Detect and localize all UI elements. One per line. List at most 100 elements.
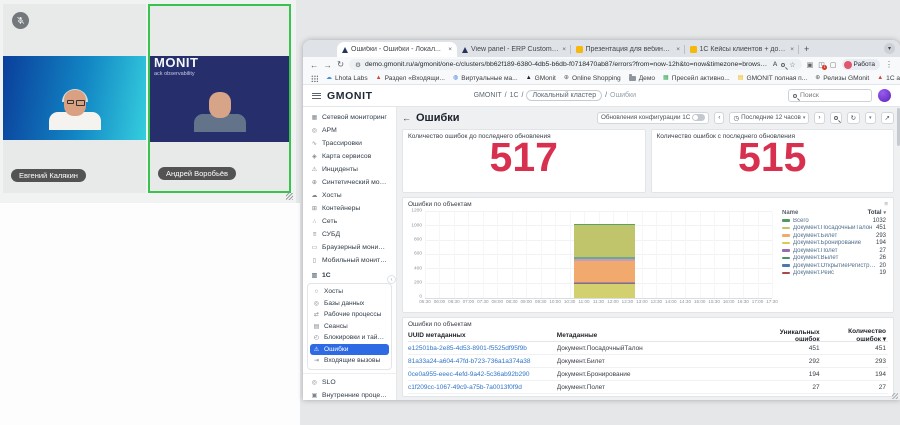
table-row[interactable]: 0ce0a955-eeec-4efd-9a42-5c36ab92b290Доку… [408,368,888,381]
new-tab-button[interactable]: + [804,44,809,54]
legend-row[interactable]: Всего1032 [782,218,886,224]
sidebar-item[interactable]: ◎APM [303,124,396,137]
back-arrow-icon[interactable]: ← [402,113,411,123]
sidebar-item[interactable]: ○Хосты [308,286,391,298]
legend-row[interactable]: Документ.Бронирование194 [782,240,886,246]
table-row[interactable]: c1f209cc-1067-49c9-a75b-7a0013f0f9dДокум… [408,381,888,394]
sidebar-item[interactable]: ⇥Входящие вызовы [308,355,391,367]
sidebar-item[interactable]: ◎SLO [303,376,396,389]
tab-search-button[interactable]: ▾ [884,43,895,54]
table-row[interactable]: 81a33a24-a604-47fd-b723-736a1a374a38Доку… [408,355,888,368]
legend-row[interactable]: Документ.Полет27 [782,248,886,254]
bookmark-item[interactable]: ▤GMONIT полная п... [738,75,807,82]
bookmark-item[interactable]: ⊕Online Shopping [564,75,621,82]
sidebar-item[interactable]: ▭Браузерный мониторинг [303,241,396,254]
sidebar-item[interactable]: ⇄Рабочие процессы [308,309,391,321]
sidebar-item[interactable]: ≡СУБД [303,228,396,241]
sidebar-item[interactable]: ∴Сеть [303,215,396,228]
table-column-header[interactable]: Количество ошибок ▾ [826,328,888,343]
table-column-header[interactable]: Уникальных ошибок [754,329,826,343]
browser-tab[interactable]: Ошибки - Ошибки - Локал...× [337,42,457,57]
legend-name-header[interactable]: Name [782,210,866,216]
sidebar-item[interactable]: ▤Сеансы [308,321,391,333]
bookmark-item[interactable]: ◍Виртуальные ма... [453,75,518,82]
errors-by-object-chart-panel[interactable]: Ошибки по объектам ≡ 0200400600800100012… [402,197,894,313]
bookmark-star-icon[interactable]: ☆ [789,61,795,69]
config-updates-toggle[interactable]: Обновления конфигурации 1С [597,112,709,124]
extension-icon[interactable]: ▢ [830,61,837,69]
tab-close-icon[interactable]: × [562,46,566,53]
bookmark-item[interactable]: ▲Раздел «Входящи... [376,75,445,82]
legend-series-name[interactable]: Документ.ОткрытиеРегистрации [793,263,876,269]
extension-icon-badged[interactable]: ◳1 [818,61,825,69]
share-button[interactable]: ↗ [881,112,894,124]
bookmark-item[interactable]: ▲GMonit [526,75,556,82]
resize-handle[interactable] [286,193,293,200]
sidebar-item[interactable]: ⚠Ошибки [310,344,389,356]
table-column-header[interactable]: UUID метаданных [408,332,557,339]
legend-series-name[interactable]: Документ.Рейс [793,270,876,276]
refresh-icon[interactable]: ↻ [337,59,344,70]
sidebar-item[interactable]: ◈Карта сервисов [303,150,396,163]
bookmark-item[interactable]: ▲1С агент ЖР в ре... [877,75,900,82]
uuid-link[interactable]: e12501ba-2e85-4d53-8901-f5525df95f9b [408,345,557,352]
sidebar-section-1c[interactable]: ▥ 1С [303,269,396,282]
participant-tile[interactable]: Евгений Калякин [3,4,146,193]
legend-row[interactable]: Документ.Рейс19 [782,270,886,276]
stat-panel-errors-since-update[interactable]: Количество ошибок с последнего обновлени… [651,129,895,193]
legend-series-name[interactable]: Документ.ПосадочныйТалон [793,225,873,231]
refresh-interval-button[interactable]: ▾ [865,112,876,124]
participant-tile-active[interactable]: MONIT ack observability Андрей Воробьёв [148,4,291,193]
translate-icon[interactable]: A [773,61,778,68]
sidebar-item[interactable]: ▦Сетевой мониторинг [303,111,396,124]
legend-row[interactable]: Документ.Вылет26 [782,255,886,261]
browser-tab[interactable]: 1С Кейсы клиентов + доп...× [685,42,799,57]
table-column-header[interactable]: Метаданные [557,332,754,339]
bookmark-item[interactable]: ▦Пресейл активно... [663,75,730,82]
url-bar[interactable]: ⚙ demo.gmonit.ru/a/gmonit/one-c/clusters… [349,59,802,70]
legend-series-name[interactable]: Документ.Полет [793,248,876,254]
time-shift-back-button[interactable]: ‹ [714,112,724,124]
extension-icon[interactable]: ▣ [807,61,814,69]
time-range-picker[interactable]: ◷ Последние 12 часов ▾ [729,112,809,124]
legend-series-name[interactable]: Документ.Бронирование [793,240,873,246]
profile-chip[interactable]: Работа [842,59,880,70]
browser-tab[interactable]: Презентация для вебинар...× [571,42,685,57]
sidebar-item[interactable]: ▣Внутренние процессы [303,389,396,401]
uuid-link[interactable]: c1f209cc-1067-49c9-a75b-7a0013f0f9d [408,384,557,391]
user-avatar[interactable] [878,89,891,102]
zoom-icon[interactable] [781,63,785,67]
back-icon[interactable]: ← [310,60,319,70]
browser-tab[interactable]: View panel - ERP Custom D...× [457,42,571,57]
sidebar-item[interactable]: ⚠Инциденты [303,163,396,176]
forward-icon[interactable]: → [324,60,333,70]
chart-plot-area[interactable]: 02004006008001000120005:3006:0006:3007:0… [425,212,772,299]
legend-row[interactable]: Документ.ОткрытиеРегистрации20 [782,263,886,269]
app-search[interactable] [788,89,872,102]
breadcrumb-root[interactable]: GMONIT [474,92,502,99]
bookmark-item[interactable]: Демо [629,75,655,82]
breadcrumb-cluster-chip[interactable]: Локальный кластер [526,90,602,101]
stat-panel-errors-before-update[interactable]: Количество ошибок до последнего обновлен… [402,129,646,193]
sidebar-item[interactable]: ▯Мобильный мониторинг [303,254,396,267]
sidebar-item[interactable]: ∿Трассировки [303,137,396,150]
table-row[interactable]: e12501ba-2e85-4d53-8901-f5525df95f9bДоку… [408,342,888,355]
browser-menu-icon[interactable]: ⋮ [885,60,893,69]
legend-row[interactable]: Документ.Билет293 [782,233,886,239]
legend-total-header[interactable]: Total [868,210,882,216]
sidebar-collapse-button[interactable]: ‹ [387,275,396,284]
legend-series-name[interactable]: Документ.Вылет [793,255,876,261]
legend-series-name[interactable]: Документ.Билет [793,233,873,239]
sidebar-item[interactable]: ⊕Синтетический мониторинг [303,176,396,189]
app-logo[interactable]: GMONIT [327,90,373,102]
breadcrumb-section[interactable]: 1С [510,92,519,99]
zoom-out-button[interactable] [830,112,842,124]
url-text[interactable]: demo.gmonit.ru/a/gmonit/one-c/clusters/b… [365,61,769,68]
legend-row[interactable]: Документ.ПосадочныйТалон451 [782,225,886,231]
toggle-switch[interactable] [692,114,705,121]
legend-series-name[interactable]: Всего [793,218,870,224]
tab-close-icon[interactable]: × [448,46,452,53]
search-input[interactable] [800,92,867,99]
menu-icon[interactable] [312,93,321,99]
site-settings-icon[interactable]: ⚙ [355,61,361,69]
